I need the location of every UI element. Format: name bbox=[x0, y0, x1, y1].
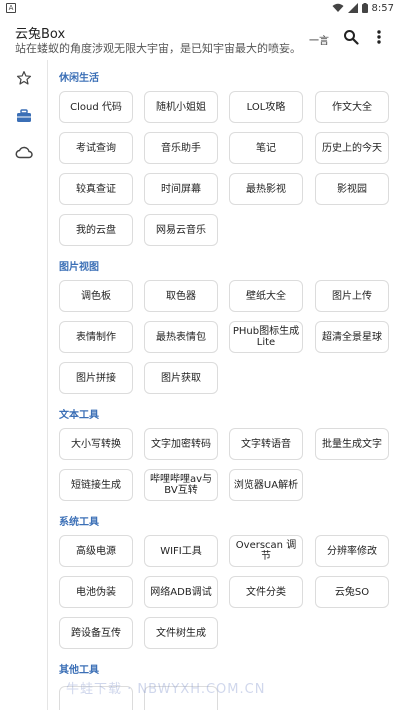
signal-icon bbox=[347, 3, 358, 13]
section-title: 系统工具 bbox=[59, 517, 99, 528]
notification-a-icon: A bbox=[6, 3, 16, 13]
tool-tile[interactable]: 超清全景星球 bbox=[315, 321, 389, 353]
tool-tile[interactable]: 我的云盘 bbox=[59, 214, 133, 246]
app-subtitle: 站在蝼蚁的角度涉观无限大宇宙，是已知宇宙最大的喷妄。 bbox=[15, 42, 301, 55]
navigation-rail bbox=[0, 60, 48, 710]
section-title: 其他工具 bbox=[59, 665, 99, 676]
tool-tile[interactable]: 影视园 bbox=[315, 173, 389, 205]
section-title: 文本工具 bbox=[59, 410, 99, 421]
section-title: 图片视图 bbox=[59, 262, 99, 273]
tool-tile[interactable]: LOL攻略 bbox=[229, 91, 303, 123]
wifi-icon bbox=[332, 3, 344, 13]
tool-tile[interactable]: 网易云音乐 bbox=[144, 214, 218, 246]
tool-tile[interactable]: 大小写转换 bbox=[59, 428, 133, 460]
tool-tile[interactable]: 作文大全 bbox=[315, 91, 389, 123]
watermark: 牛蛙下载 · NBWYXH.COM.CN bbox=[66, 682, 266, 697]
tool-tile[interactable]: 文件树生成 bbox=[144, 617, 218, 649]
tool-tile[interactable]: Overscan 调节 bbox=[229, 535, 303, 567]
tool-tile[interactable]: 最热表情包 bbox=[144, 321, 218, 353]
tool-tile[interactable]: 分辨率修改 bbox=[315, 535, 389, 567]
tool-tile[interactable]: 云兔SO bbox=[315, 576, 389, 608]
tool-tile[interactable]: 笔记 bbox=[229, 132, 303, 164]
tool-tile[interactable]: 图片获取 bbox=[144, 362, 218, 394]
more-vert-icon[interactable] bbox=[370, 28, 388, 46]
star-outline-icon[interactable] bbox=[14, 68, 34, 88]
tool-tile[interactable]: 文字加密转码 bbox=[144, 428, 218, 460]
tool-tile[interactable]: 取色器 bbox=[144, 280, 218, 312]
tool-tile[interactable]: 图片上传 bbox=[315, 280, 389, 312]
tool-tile[interactable]: 浏览器UA解析 bbox=[229, 469, 303, 501]
clock: 8:57 bbox=[371, 2, 394, 14]
tool-tile[interactable]: 跨设备互传 bbox=[59, 617, 133, 649]
tool-tile[interactable]: 表情制作 bbox=[59, 321, 133, 353]
tool-tile[interactable]: 电池伪装 bbox=[59, 576, 133, 608]
app-bar: 云兔Box 站在蝼蚁的角度涉观无限大宇宙，是已知宇宙最大的喷妄。 一言 bbox=[0, 16, 400, 60]
status-bar: A 8:57 bbox=[0, 0, 400, 16]
section-title: 休闲生活 bbox=[59, 73, 99, 84]
search-icon[interactable] bbox=[342, 28, 360, 46]
tool-tile[interactable]: 短链接生成 bbox=[59, 469, 133, 501]
tool-tile[interactable]: 时间屏幕 bbox=[144, 173, 218, 205]
tool-tile[interactable]: 随机小姐姐 bbox=[144, 91, 218, 123]
tool-tile[interactable]: 批量生成文字 bbox=[315, 428, 389, 460]
status-icons: 8:57 bbox=[332, 1, 394, 15]
toolbox-icon[interactable] bbox=[14, 106, 34, 126]
tool-tile[interactable]: 壁纸大全 bbox=[229, 280, 303, 312]
tool-tile[interactable]: Cloud 代码 bbox=[59, 91, 133, 123]
tool-tile[interactable]: 音乐助手 bbox=[144, 132, 218, 164]
tool-tile[interactable]: 较真查证 bbox=[59, 173, 133, 205]
tool-tile[interactable]: 历史上的今天 bbox=[315, 132, 389, 164]
tool-tile[interactable]: 高级电源 bbox=[59, 535, 133, 567]
battery-icon bbox=[361, 3, 368, 13]
tool-tile[interactable]: 调色板 bbox=[59, 280, 133, 312]
tool-tile[interactable]: 考试查询 bbox=[59, 132, 133, 164]
tool-tile[interactable]: 网络ADB调试 bbox=[144, 576, 218, 608]
tool-tile[interactable]: WIFI工具 bbox=[144, 535, 218, 567]
tool-tile[interactable]: 文字转语音 bbox=[229, 428, 303, 460]
tool-tile[interactable]: 哔哩哔哩av与BV互转 bbox=[144, 469, 218, 501]
tool-tile[interactable]: 图片拼接 bbox=[59, 362, 133, 394]
tool-tile[interactable]: PHub图标生成Lite bbox=[229, 321, 303, 353]
tool-list[interactable]: 休闲生活 Cloud 代码 随机小姐姐 LOL攻略 作文大全考试查询 音乐助手 笔记 历史上的… bbox=[49, 60, 400, 710]
cloud-outline-icon[interactable] bbox=[14, 142, 34, 162]
tool-tile[interactable]: 最热影视 bbox=[229, 173, 303, 205]
tool-tile[interactable]: 文件分类 bbox=[229, 576, 303, 608]
yiyan-button[interactable]: 一言 bbox=[309, 32, 329, 47]
